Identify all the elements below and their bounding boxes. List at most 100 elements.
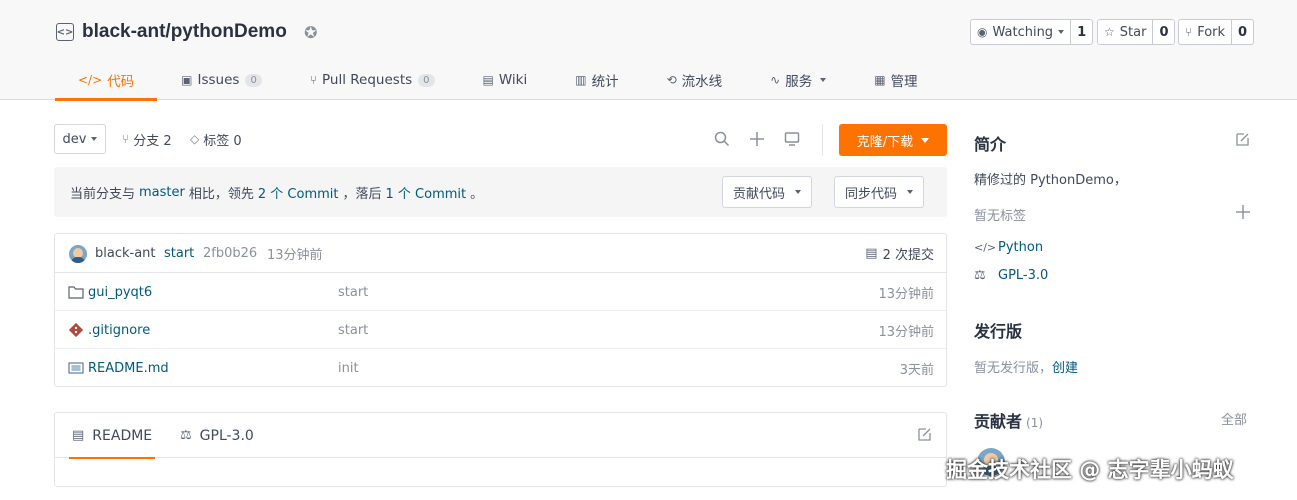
readme-panel: ▤ README ⚖ GPL-3.0 [54,412,947,487]
fork-icon: ⑂ [1185,25,1193,39]
releases-title: 发行版 [974,322,1023,341]
chevron-down-icon [1058,30,1065,34]
tab-issues[interactable]: ▣ Issues 0 [157,60,284,100]
star-button[interactable]: ☆ Star [1098,20,1154,44]
tab-pipeline[interactable]: ⟲ 流水线 [643,60,747,100]
branch-select[interactable]: dev [54,124,106,154]
compare-text: 当前分支与 master 相比，领先 2 个 Commit ，落后 1 个 Co… [70,183,484,202]
all-contributors-link[interactable]: 全部 [1221,409,1247,428]
license-icon: ⚖ [180,428,192,443]
intro-title: 简介 [974,135,1007,154]
commit-message[interactable]: start [164,234,194,273]
sync-code-button[interactable]: 同步代码 [834,176,925,208]
code-icon: </> [974,241,997,254]
star-count[interactable]: 0 [1153,20,1174,44]
file-table: black-ant start 2fb0b26 13分钟前 ▤ 2 次提交 gui… [54,233,947,387]
file-row: gui_pyqt6 start 13分钟前 [55,273,946,311]
file-name-link[interactable]: gui_pyqt6 [88,273,152,311]
search-icon[interactable] [712,129,732,149]
toolbar-divider [822,124,823,156]
recommended-badge-icon: ✪ [304,22,318,42]
repo-tabs: </> 代码 ▣ Issues 0 ⑂ Pull Requests 0 ▤ Wiki ▥ 统计… [55,60,942,101]
stats-icon: ▥ [575,73,587,87]
chevron-down-icon [907,190,914,194]
file-name-link[interactable]: README.md [88,349,169,387]
tab-services[interactable]: ∿ 服务 [746,60,850,100]
file-row: .gitignore start 13分钟前 [55,311,946,349]
star-control: ☆ Star 0 [1097,19,1176,45]
repo-icon: <> [56,23,74,41]
readme-icon [68,360,84,376]
file-commit-message[interactable]: start [338,311,368,349]
fork-count[interactable]: 0 [1232,20,1253,44]
repo-name[interactable]: black-ant/pythonDemo [82,21,287,43]
code-icon: </> [78,73,103,87]
chevron-down-icon [820,78,827,82]
repo-title: <> black-ant/pythonDemo ✪ [56,19,321,45]
behind-commits-link[interactable]: 1 个 Commit [386,183,467,202]
edit-icon[interactable] [1235,132,1250,151]
repo-header: <> black-ant/pythonDemo ✪ ◉ Watching 1 ☆ S… [0,0,1297,101]
tab-manage[interactable]: ▦ 管理 [850,60,941,100]
watch-control: ◉ Watching 1 [970,19,1094,45]
tab-code[interactable]: </> 代码 [55,60,158,101]
fork-button[interactable]: ⑂ Fork [1179,20,1233,44]
create-release-link[interactable]: 创建 [1052,361,1078,376]
web-ide-icon[interactable] [782,129,802,149]
contributors-count: (1) [1026,416,1044,430]
edit-icon[interactable] [917,427,932,446]
wiki-icon: ▤ [482,73,494,87]
star-icon: ☆ [1104,25,1115,39]
branch-compare-bar: 当前分支与 master 相比，领先 2 个 Commit ，落后 1 个 Co… [54,167,947,217]
watermark: 掘金技术社区 @ 志字辈小蚂蚁 [946,458,1234,482]
chevron-down-icon [921,137,930,143]
document-icon: ▤ [72,428,85,443]
file-commit-message[interactable]: init [338,349,359,387]
git-icon [68,322,84,338]
commit-time: 13分钟前 [267,248,323,263]
tab-license[interactable]: ⚖ GPL-3.0 [180,413,254,458]
watch-button[interactable]: ◉ Watching [971,20,1072,44]
file-commit-time: 13分钟前 [878,286,934,302]
issues-icon: ▣ [181,73,193,87]
fork-control: ⑂ Fork 0 [1178,19,1255,45]
tab-wiki[interactable]: ▤ Wiki [459,60,552,100]
license-item[interactable]: ⚖ GPL-3.0 [974,268,1048,283]
commits-count-link[interactable]: ▤ 2 次提交 [865,234,934,273]
releases-info: 暂无发行版，创建 [974,361,1079,376]
pull-request-icon: ⑂ [309,73,318,87]
no-tags-text: 暂无标签 [974,209,1027,224]
base-branch-link[interactable]: master [139,185,185,200]
readme-tabs: ▤ README ⚖ GPL-3.0 [55,413,946,459]
folder-icon [68,284,84,300]
tag-icon: ◇ [190,132,200,146]
tab-readme[interactable]: ▤ README [68,413,156,459]
pr-count-badge: 0 [418,73,435,87]
tab-pull-requests[interactable]: ⑂ Pull Requests 0 [284,60,459,100]
language-item[interactable]: </> Python [974,240,1043,255]
commit-author[interactable]: black-ant [95,234,156,273]
manage-icon: ▦ [874,73,886,87]
commit-hash[interactable]: 2fb0b26 [203,234,257,273]
avatar[interactable] [69,245,87,263]
file-commit-message[interactable]: start [338,273,368,311]
plus-icon[interactable] [747,129,767,149]
add-tag-icon[interactable] [1236,204,1250,223]
chevron-down-icon [795,190,802,194]
branch-icon: ⑂ [122,132,130,146]
repo-description: 精修过的 PythonDemo， [974,173,1127,188]
ahead-commits-link[interactable]: 2 个 Commit [258,183,339,202]
tab-stats[interactable]: ▥ 统计 [551,60,642,100]
branches-link[interactable]: ⑂ 分支 2 [122,124,172,154]
commit-list-icon: ▤ [865,246,878,261]
file-name-link[interactable]: .gitignore [88,311,150,349]
pipeline-icon: ⟲ [666,73,677,87]
watch-count[interactable]: 1 [1071,20,1092,44]
issues-count-badge: 0 [245,73,262,87]
latest-commit-row: black-ant start 2fb0b26 13分钟前 ▤ 2 次提交 [55,234,946,273]
service-icon: ∿ [770,73,781,87]
tags-link[interactable]: ◇ 标签 0 [190,124,242,154]
chevron-down-icon [91,137,98,141]
contribute-code-button[interactable]: 贡献代码 [722,176,813,208]
clone-download-button[interactable]: 克隆/下载 [839,124,947,156]
